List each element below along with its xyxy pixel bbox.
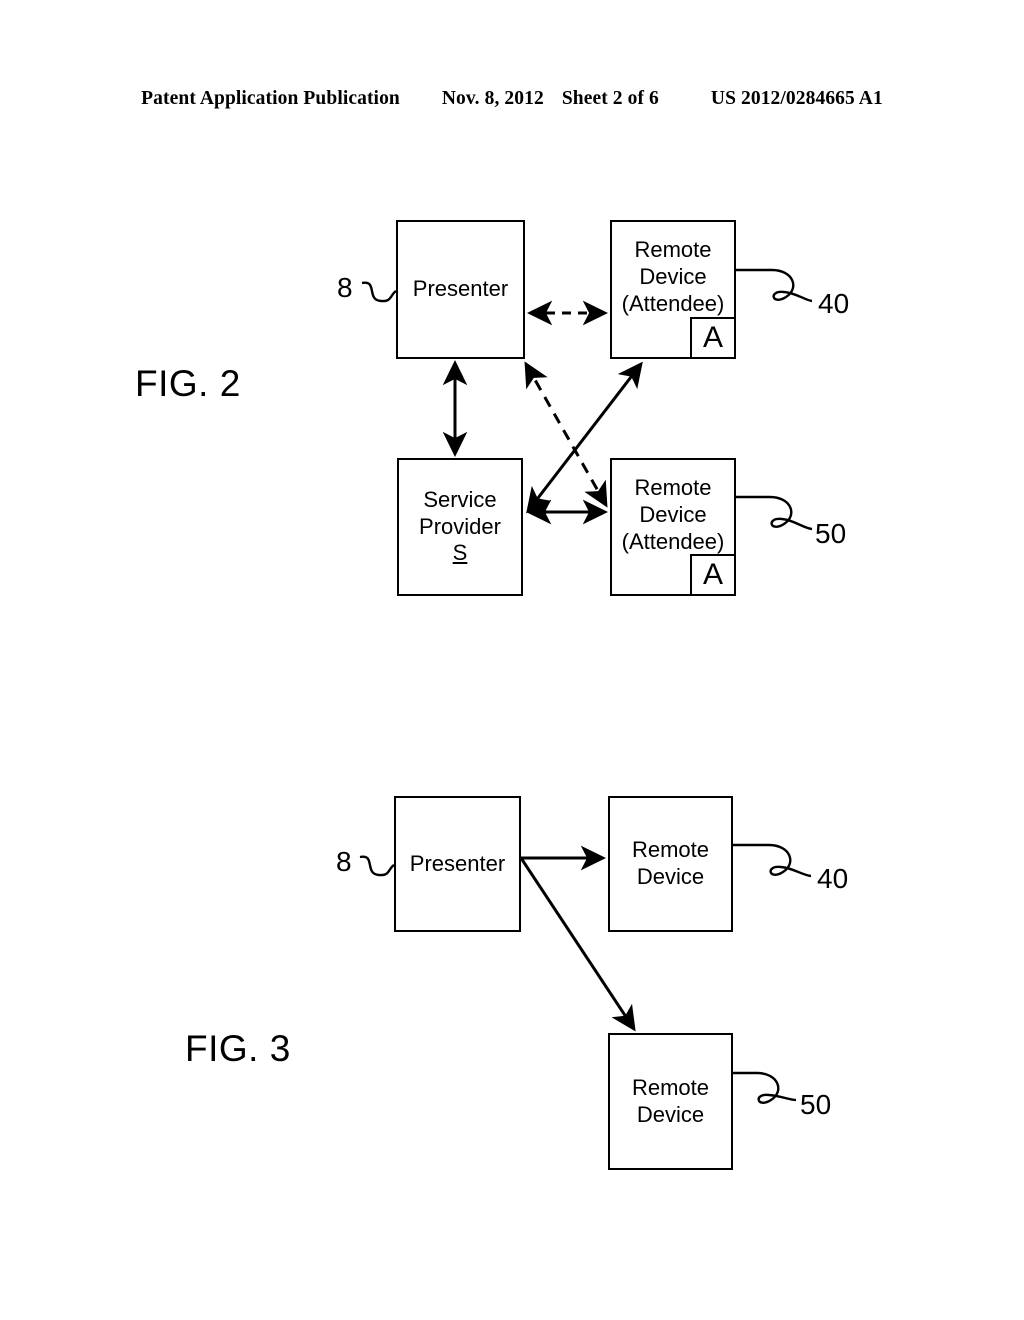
- fig3-presenter-box: Presenter: [394, 796, 521, 932]
- fig3-leader-40: [733, 843, 812, 878]
- fig2-remote-device-40-line-1: Remote: [634, 237, 712, 262]
- patent-drawing-page: Patent Application Publication Nov. 8, 2…: [0, 0, 1024, 1320]
- fig3-remote-device-40-ref-40: 40: [817, 863, 849, 894]
- fig2-service-provider-line-1: Service: [423, 486, 497, 512]
- figure-3-label: FIG. 3: [185, 1028, 291, 1069]
- fig2-leader-8: [361, 281, 397, 303]
- fig2-remote-device-50-line-1: Remote: [634, 475, 712, 500]
- fig2-leader-40: [736, 268, 813, 303]
- fig2-remote-device-50-ref-50: 50: [815, 518, 847, 549]
- fig3-remote-device-40-line-2: Device: [636, 864, 705, 889]
- fig3-remote-device-40-line-1: Remote: [631, 837, 710, 863]
- fig3-presenter-label: Presenter: [409, 850, 506, 876]
- fig2-presenter-label: Presenter: [412, 276, 509, 302]
- fig2-remote-device-50-badge-letter: A: [702, 558, 723, 591]
- fig3-presenter-ref-8: 8: [336, 846, 352, 877]
- fig2-service-provider-line-3: S: [452, 540, 468, 566]
- fig2-presenter-box: Presenter: [396, 220, 525, 359]
- header-sheet-number: Sheet 2 of 6: [561, 88, 659, 109]
- fig2-connector-presenter-remote50: [524, 361, 608, 508]
- fig2-leader-50: [736, 495, 813, 531]
- fig3-remote-device-50-line-2: Device: [636, 1101, 705, 1127]
- fig2-presenter-ref-8: 8: [337, 272, 353, 303]
- fig2-remote-device-50-attendee-badge: A: [690, 554, 736, 596]
- figure-2-label: FIG. 2: [135, 363, 241, 404]
- fig2-remote-device-40-line-3: (Attendee): [621, 290, 725, 316]
- fig3-remote-device-50-line-1: Remote: [631, 1074, 710, 1100]
- header-publication-title: Patent Application Publication: [141, 88, 400, 109]
- fig3-leader-8: [359, 855, 395, 877]
- fig2-remote-device-50-line-2: Device: [639, 501, 707, 527]
- fig3-remote-device-40-box: Remote Device: [608, 796, 733, 932]
- fig3-remote-device-50-ref-50: 50: [800, 1089, 832, 1120]
- fig3-leader-50: [733, 1071, 797, 1104]
- connector-overlay: Remote Device 40 : horizontal dashed bid…: [359, 268, 813, 1104]
- fig2-remote-device-50-line-3: (Attendee): [621, 528, 725, 554]
- page-header: Patent Application Publication Nov. 8, 2…: [0, 88, 1024, 118]
- fig2-service-provider-line-2: Provider: [419, 513, 501, 539]
- header-publication-date: Nov. 8, 2012: [441, 88, 544, 109]
- header-patent-number: US 2012/0284665 A1: [710, 88, 883, 109]
- fig3-remote-device-50-box: Remote Device: [608, 1033, 733, 1170]
- fig2-service-provider-box: Service Provider S: [397, 458, 523, 596]
- fig2-remote-device-40-line-2: Device: [639, 263, 707, 289]
- fig2-remote-device-40-attendee-badge: A: [690, 317, 736, 359]
- fig2-remote-device-40-badge-letter: A: [702, 321, 723, 354]
- fig2-remote-device-40-ref-40: 40: [818, 288, 850, 319]
